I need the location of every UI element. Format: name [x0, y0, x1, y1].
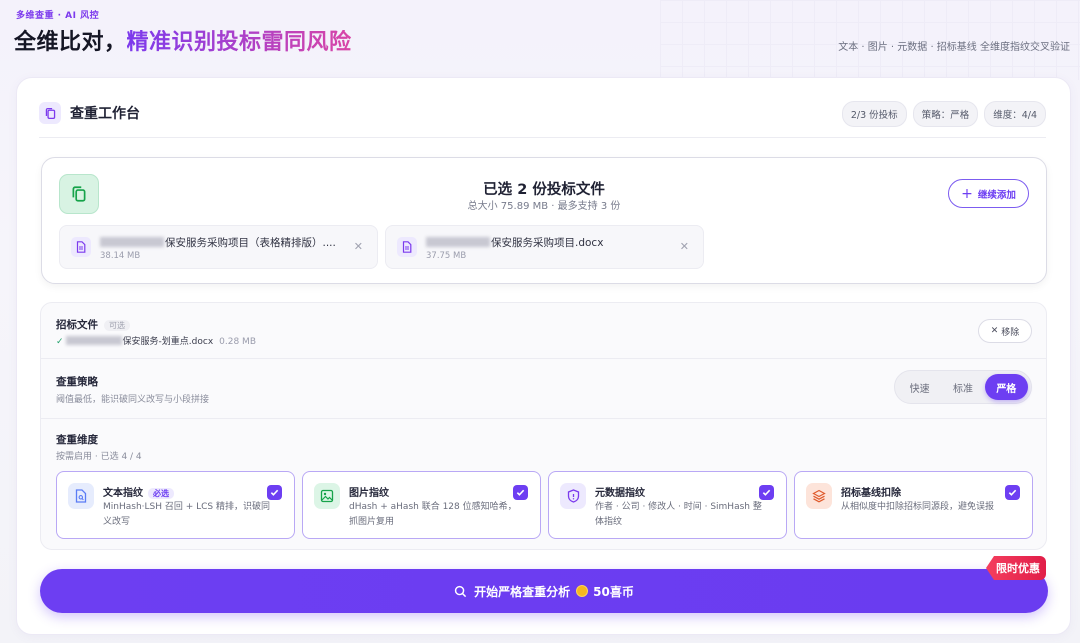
close-icon: ✕: [990, 326, 999, 336]
hero-title-plain: 全维比对，: [14, 30, 127, 55]
dimension-title: 文本指纹 必选: [103, 484, 174, 499]
dimension-baseline-deduction[interactable]: 招标基线扣除 从相似度中扣除招标同源段，避免误报: [794, 471, 1033, 539]
dimension-desc: MinHash·LSH 召回 + LCS 精排，识破同义改写: [103, 502, 270, 527]
workspace-title: 查重工作台: [70, 106, 140, 122]
checkbox-checked-icon[interactable]: [513, 485, 528, 500]
dimensions-label: 查重维度: [56, 434, 98, 446]
bid-file-size: 38.14 MB: [100, 251, 141, 261]
checkbox-checked-icon[interactable]: [1005, 485, 1020, 500]
text-doc-icon: [68, 483, 94, 509]
dimension-cards: 文本指纹 必选 MinHash·LSH 召回 + LCS 精排，识破同义改写 图片…: [56, 471, 1033, 539]
optional-badge: 可选: [104, 320, 130, 331]
bid-file-name-text: 保安服务采购项目（表格精排版）....: [165, 237, 336, 249]
tender-file-label-text: 招标文件: [56, 319, 98, 331]
start-analysis-label: 开始严格查重分析: [474, 584, 571, 599]
upload-title: 已选 2 份投标文件: [483, 182, 605, 198]
dimension-metadata-fingerprint[interactable]: 元数据指纹 作者 · 公司 · 修改人 · 时间 · SimHash 整体指纹: [548, 471, 787, 539]
dimension-title: 招标基线扣除: [841, 488, 901, 499]
shield-icon: [560, 483, 586, 509]
upload-subtitle: 总大小 75.89 MB · 最多支持 3 份: [467, 201, 621, 212]
strategy-option-strict[interactable]: 严格: [984, 374, 1028, 400]
remove-file-close-icon[interactable]: ✕: [680, 240, 689, 253]
remove-label: 移除: [1001, 327, 1020, 338]
strategy-desc: 阈值最低，能识破同义改写与小段拼接: [56, 395, 210, 405]
coin-icon: [576, 585, 589, 597]
bid-file-item: 保安服务采购项目.docx 37.75 MB ✕: [385, 225, 704, 269]
strategy-option-fast[interactable]: 快速: [898, 374, 941, 400]
dimension-desc: 从相似度中扣除招标同源段，避免误报: [841, 502, 995, 512]
document-icon: [71, 237, 91, 257]
plus-icon: +: [961, 185, 973, 202]
header-divider: [39, 137, 1046, 138]
add-more-label: 继续添加: [977, 189, 1016, 201]
tender-file-label: 招标文件 可选: [56, 317, 130, 332]
dimensions-desc: 按需启用 · 已选 4 / 4: [56, 452, 142, 462]
status-chips: 2/3 份投标 策略：严格 维度：4/4: [841, 101, 1046, 127]
promo-badge: 限时优惠: [986, 556, 1046, 580]
workspace-card: 查重工作台 2/3 份投标 策略：严格 维度：4/4 已选 2 份投标文件 总大…: [16, 77, 1071, 635]
hero-subtitle: 文本 · 图片 · 元数据 · 招标基线 全维度指纹交叉验证: [838, 42, 1070, 53]
dimension-title-text: 文本指纹: [103, 488, 143, 499]
dimension-image-fingerprint[interactable]: 图片指纹 dHash + aHash 联合 128 位感知哈希，抓图片复用: [302, 471, 541, 539]
dimension-desc: dHash + aHash 联合 128 位感知哈希，抓图片复用: [349, 502, 517, 527]
row-divider: [41, 418, 1046, 419]
row-divider: [41, 358, 1046, 359]
required-badge: 必选: [148, 488, 174, 499]
bid-file-name-text: 保安服务采购项目.docx: [491, 237, 604, 249]
dimension-desc: 作者 · 公司 · 修改人 · 时间 · SimHash 整体指纹: [595, 502, 762, 527]
hero-title: 全维比对，精准识别投标雷同风险: [14, 24, 352, 56]
dimension-text-fingerprint[interactable]: 文本指纹 必选 MinHash·LSH 召回 + LCS 精排，识破同义改写: [56, 471, 295, 539]
copy-icon: [39, 102, 61, 124]
document-icon: [397, 237, 417, 257]
redacted-text: [426, 237, 490, 247]
brand-tag: 多维查重 · AI 风控: [16, 11, 100, 21]
layers-icon: [806, 483, 832, 509]
bid-file-name: 保安服务采购项目.docx: [426, 235, 603, 250]
strategy-label: 查重策略: [56, 376, 98, 388]
hero-title-highlight: 精准识别投标雷同风险: [126, 30, 352, 55]
dimension-title: 图片指纹: [349, 488, 389, 499]
remove-file-close-icon[interactable]: ✕: [354, 240, 363, 253]
check-icon: ✓: [56, 337, 64, 347]
start-analysis-button[interactable]: 开始严格查重分析 50喜币: [40, 569, 1048, 613]
workspace-header: 查重工作台: [39, 102, 140, 124]
settings-panel: 招标文件 可选 ✓ 保安服务-划重点.docx 0.28 MB ✕ 移除 查重策略 阈值…: [40, 302, 1047, 550]
search-icon: [454, 585, 467, 598]
cost-label: 50喜币: [593, 584, 634, 599]
redacted-text: [100, 237, 164, 247]
upload-dropzone[interactable]: 已选 2 份投标文件 总大小 75.89 MB · 最多支持 3 份 + 继续添加…: [41, 157, 1047, 284]
redacted-text: [65, 336, 122, 345]
checkbox-checked-icon[interactable]: [759, 485, 774, 500]
strategy-option-standard[interactable]: 标准: [941, 374, 984, 400]
image-icon: [314, 483, 340, 509]
add-more-button[interactable]: + 继续添加: [948, 179, 1029, 208]
strategy-segmented-control: 快速 标准 严格: [894, 370, 1032, 404]
bid-file-name: 保安服务采购项目（表格精排版）....: [100, 235, 336, 250]
chip-dimensions: 维度：4/4: [984, 101, 1046, 127]
dimension-title: 元数据指纹: [595, 488, 645, 499]
bid-file-item: 保安服务采购项目（表格精排版）.... 38.14 MB ✕: [59, 225, 378, 269]
tender-file: ✓ 保安服务-划重点.docx 0.28 MB: [56, 334, 256, 347]
tender-file-name: 保安服务-划重点.docx: [122, 337, 214, 347]
chip-strategy: 策略：严格: [912, 101, 979, 127]
chip-bid-count: 2/3 份投标: [841, 101, 907, 127]
remove-tender-button[interactable]: ✕ 移除: [978, 319, 1032, 343]
checkbox-checked-icon[interactable]: [267, 485, 282, 500]
tender-file-size: 0.28 MB: [219, 337, 256, 347]
bid-file-size: 37.75 MB: [426, 251, 467, 261]
